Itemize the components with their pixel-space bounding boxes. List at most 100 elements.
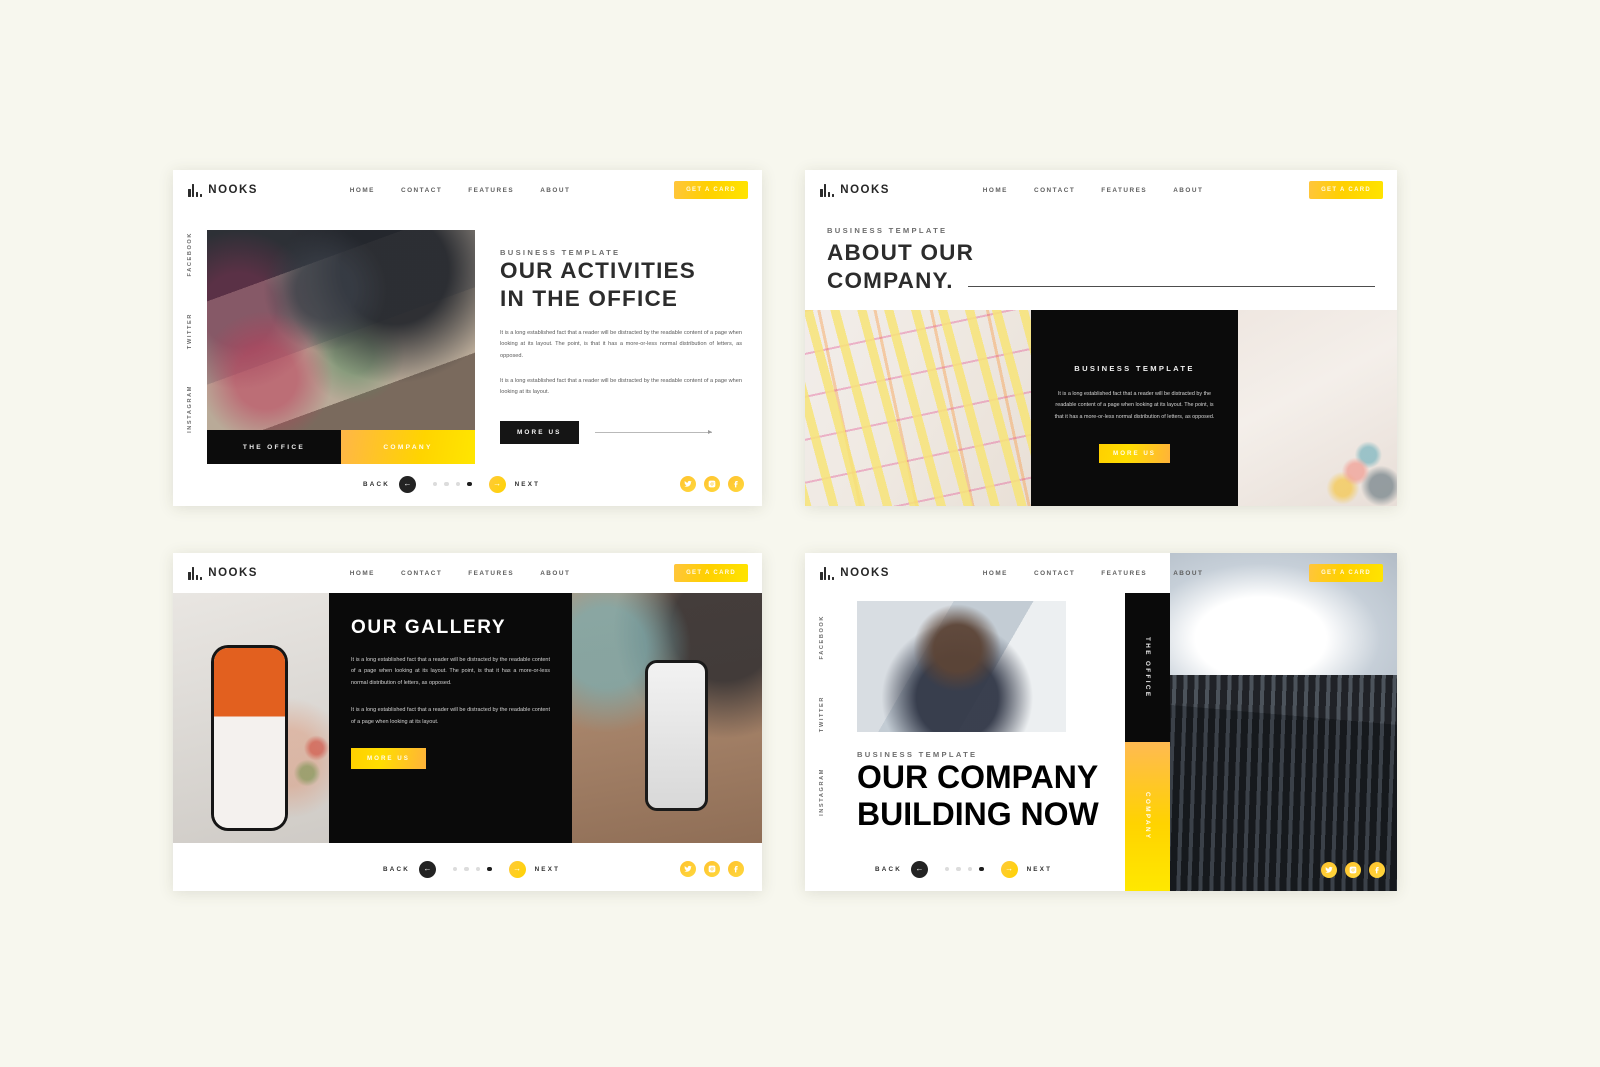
caption-company: COMPANY xyxy=(341,430,475,464)
arrow-right-icon[interactable]: → xyxy=(508,860,526,878)
social-rail: FACEBOOK TWITTER INSTAGRAM xyxy=(805,597,839,847)
pager-dot[interactable] xyxy=(475,866,481,872)
instagram-icon[interactable] xyxy=(704,476,720,492)
nav-item-contact[interactable]: CONTACT xyxy=(1034,187,1075,194)
social-rail-instagram[interactable]: INSTAGRAM xyxy=(187,385,193,433)
facebook-icon[interactable] xyxy=(728,476,744,492)
nav-item-contact[interactable]: CONTACT xyxy=(401,570,442,577)
twitter-icon[interactable] xyxy=(680,476,696,492)
headline-line-1: OUR ACTIVITIES xyxy=(500,258,696,283)
social-rail-twitter[interactable]: TWITTER xyxy=(819,696,825,732)
brand-logo[interactable]: NOOKS xyxy=(820,183,890,197)
pager-dot[interactable] xyxy=(956,866,961,872)
social-buttons xyxy=(680,861,744,877)
instagram-icon[interactable] xyxy=(704,861,720,877)
social-rail-facebook[interactable]: FACEBOOK xyxy=(187,232,193,277)
instagram-icon[interactable] xyxy=(1345,862,1361,878)
nav-item-about[interactable]: ABOUT xyxy=(1173,187,1203,194)
next-label[interactable]: NEXT xyxy=(535,866,561,873)
brand-logo[interactable]: NOOKS xyxy=(188,183,258,197)
hero-figure: THE OFFICE COMPANY xyxy=(207,230,475,464)
caption-the-office: THE OFFICE xyxy=(207,430,341,464)
body-paragraph-1: It is a long established fact that a rea… xyxy=(500,329,742,359)
arrow-left-icon[interactable]: ← xyxy=(911,860,928,878)
get-a-card-button[interactable]: GET A CARD xyxy=(1309,181,1383,199)
nav-item-contact[interactable]: CONTACT xyxy=(1034,570,1075,577)
nav-item-about[interactable]: ABOUT xyxy=(540,570,570,577)
social-rail-twitter[interactable]: TWITTER xyxy=(187,313,193,349)
slide-our-company-building: NOOKS HOME CONTACT FEATURES ABOUT GET A … xyxy=(805,553,1397,891)
nav-item-features[interactable]: FEATURES xyxy=(468,570,514,577)
slide-about-our-company: NOOKS HOME CONTACT FEATURES ABOUT GET A … xyxy=(805,170,1397,506)
pager-dot-active[interactable] xyxy=(487,866,492,872)
card-kicker: BUSINESS TEMPLATE xyxy=(1074,363,1195,373)
get-a-card-button[interactable]: GET A CARD xyxy=(674,181,748,199)
facebook-icon[interactable] xyxy=(1369,862,1385,878)
nav-item-home[interactable]: HOME xyxy=(350,570,375,577)
pager-dot[interactable] xyxy=(444,481,449,487)
pager-controls: BACK ← → NEXT xyxy=(875,860,1053,878)
page-title: ABOUT OUR COMPANY. xyxy=(827,239,1375,296)
back-label[interactable]: BACK xyxy=(363,481,390,488)
bar-chart-logo-icon xyxy=(188,566,203,580)
get-a-card-button[interactable]: GET A CARD xyxy=(1309,564,1383,582)
social-rail-instagram[interactable]: INSTAGRAM xyxy=(819,768,825,816)
arrow-right-icon[interactable]: → xyxy=(1000,860,1018,878)
headline-line-1: ABOUT OUR xyxy=(827,240,975,265)
slide-pager: BACK ← → NEXT xyxy=(173,462,762,506)
body-paragraph-2: It is a long established fact that a rea… xyxy=(351,707,550,725)
headline-line-1: OUR COMPANY xyxy=(857,759,1099,795)
more-us-button[interactable]: MORE US xyxy=(351,748,426,770)
slide-content: THE OFFICE COMPANY BUSINESS TEMPLATE OUR… xyxy=(173,210,762,464)
pager-dot[interactable] xyxy=(464,866,469,872)
pager-dot[interactable] xyxy=(453,866,458,872)
nav-item-home[interactable]: HOME xyxy=(983,570,1008,577)
navbar: NOOKS HOME CONTACT FEATURES ABOUT GET A … xyxy=(805,170,1397,210)
bar-label-the-office: THE OFFICE xyxy=(1144,636,1151,699)
cta-row: MORE US xyxy=(500,420,742,444)
pager-dot[interactable] xyxy=(967,866,973,872)
slide-our-activities: NOOKS HOME CONTACT FEATURES ABOUT GET A … xyxy=(173,170,762,506)
bar-label-company: COMPANY xyxy=(1144,792,1151,841)
pager-dot[interactable] xyxy=(433,481,438,487)
pager-dot[interactable] xyxy=(455,481,461,487)
card-paragraph: It is a long established fact that a rea… xyxy=(1054,390,1215,420)
get-a-card-button[interactable]: GET A CARD xyxy=(674,564,748,582)
arrow-left-icon[interactable]: ← xyxy=(419,860,436,878)
back-label[interactable]: BACK xyxy=(875,866,902,873)
nav-item-home[interactable]: HOME xyxy=(983,187,1008,194)
brand-logo[interactable]: NOOKS xyxy=(188,566,258,580)
pager-dot-active[interactable] xyxy=(979,866,984,872)
pager-dot[interactable] xyxy=(945,866,950,872)
social-rail: FACEBOOK TWITTER INSTAGRAM xyxy=(173,214,207,464)
body-paragraph-2: It is a long established fact that a rea… xyxy=(500,377,742,396)
nav-item-home[interactable]: HOME xyxy=(350,187,375,194)
nav-item-contact[interactable]: CONTACT xyxy=(401,187,442,194)
dark-info-card: BUSINESS TEMPLATE It is a long establish… xyxy=(1031,309,1238,506)
brainstorm-board-photo xyxy=(805,309,1031,506)
twitter-icon[interactable] xyxy=(680,861,696,877)
next-label[interactable]: NEXT xyxy=(515,481,541,488)
kicker: BUSINESS TEMPLATE xyxy=(500,248,621,257)
more-us-button[interactable]: MORE US xyxy=(1099,443,1170,463)
nav-item-about[interactable]: ABOUT xyxy=(540,187,570,194)
navbar: NOOKS HOME CONTACT FEATURES ABOUT GET A … xyxy=(805,553,1397,593)
next-label[interactable]: NEXT xyxy=(1027,866,1053,873)
nav-item-features[interactable]: FEATURES xyxy=(1101,570,1147,577)
brand-logo[interactable]: NOOKS xyxy=(820,566,890,580)
facebook-icon[interactable] xyxy=(728,861,744,877)
nav-item-features[interactable]: FEATURES xyxy=(1101,187,1147,194)
nav-item-features[interactable]: FEATURES xyxy=(468,187,514,194)
twitter-icon[interactable] xyxy=(1321,862,1337,878)
social-rail-facebook[interactable]: FACEBOOK xyxy=(819,615,825,660)
back-label[interactable]: BACK xyxy=(383,866,410,873)
pager-dot-active[interactable] xyxy=(467,481,472,487)
nav-item-about[interactable]: ABOUT xyxy=(1173,570,1203,577)
pager-dots xyxy=(945,866,984,872)
brand-name: NOOKS xyxy=(208,567,258,579)
arrow-left-icon[interactable]: ← xyxy=(399,475,416,493)
more-us-button[interactable]: MORE US xyxy=(500,420,579,444)
bar-chart-logo-icon xyxy=(820,183,835,197)
arrow-right-icon[interactable]: → xyxy=(488,475,506,493)
nav-links: HOME CONTACT FEATURES ABOUT xyxy=(310,187,571,194)
